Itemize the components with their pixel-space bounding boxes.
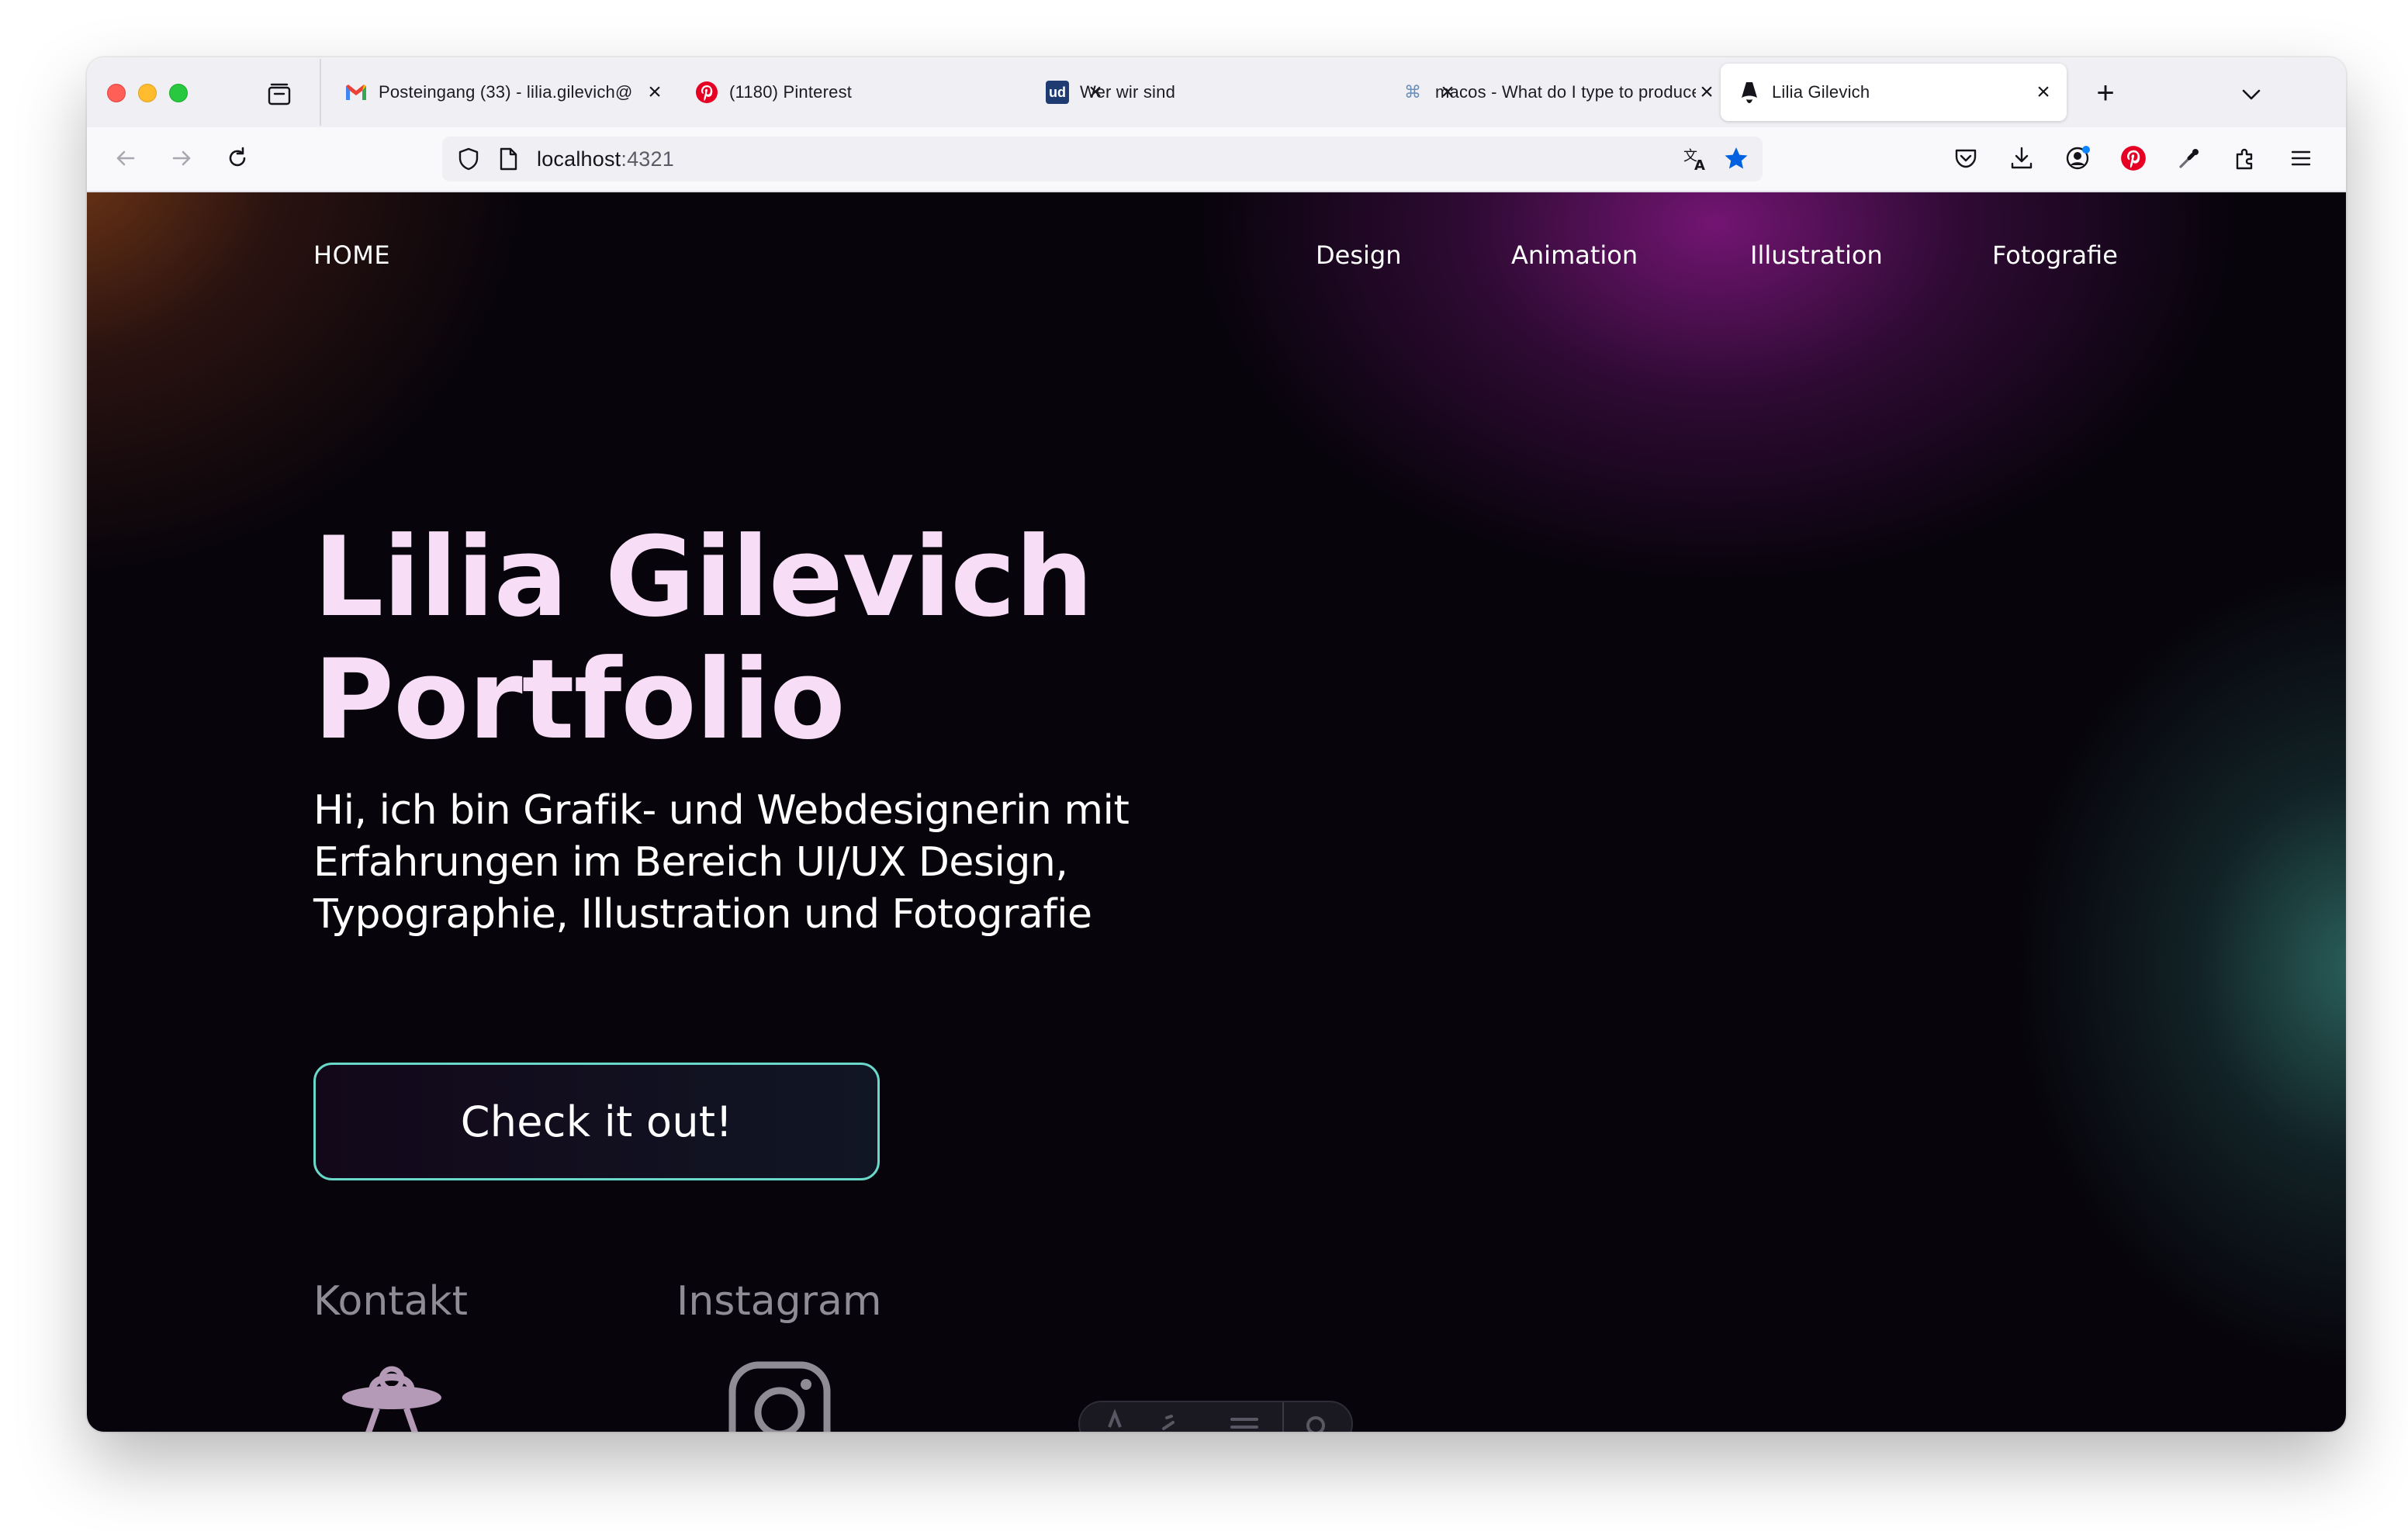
close-icon[interactable]: ×	[644, 79, 666, 105]
nav-link-animation[interactable]: Animation	[1511, 240, 1638, 270]
contact-label[interactable]: Kontakt	[313, 1278, 468, 1325]
eyedropper-button[interactable]	[2171, 140, 2208, 177]
pocket-icon	[1955, 149, 1977, 168]
url-bar[interactable]: localhost:4321 文 A	[442, 137, 1763, 181]
pinterest-icon	[2121, 146, 2146, 171]
arrow-left-icon	[116, 150, 135, 166]
check-it-out-button[interactable]: Check it out!	[313, 1063, 880, 1180]
astro-icon	[1738, 81, 1761, 104]
account-button[interactable]	[2059, 140, 2096, 177]
pocket-button[interactable]	[1947, 140, 1984, 177]
instagram-icon[interactable]	[728, 1360, 832, 1432]
tab-gmail[interactable]: Posteingang (33) - lilia.gilevich@ ×	[327, 64, 678, 121]
tab-separator	[320, 59, 321, 126]
dev-toolbar[interactable]	[1078, 1401, 1353, 1432]
instagram-label[interactable]: Instagram	[676, 1278, 882, 1325]
close-icon[interactable]: ×	[2033, 79, 2054, 105]
nav-link-illustration[interactable]: Illustration	[1750, 240, 1883, 270]
nav-link-design[interactable]: Design	[1316, 240, 1401, 270]
extensions-button[interactable]	[2226, 140, 2264, 177]
shield-icon[interactable]	[456, 147, 481, 171]
command-icon: ⌘	[1404, 82, 1421, 102]
svg-text:A: A	[1694, 157, 1705, 173]
forward-button[interactable]	[163, 140, 200, 177]
pinterest-extension-button[interactable]	[2115, 140, 2152, 177]
hero-title-line-1: Lilia Gilevich	[313, 513, 1093, 641]
nav-link-fotografie[interactable]: Fotografie	[1992, 240, 2118, 270]
nav-home-link[interactable]: HOME	[313, 240, 390, 270]
downloads-button[interactable]	[2003, 140, 2040, 177]
reload-icon	[229, 147, 246, 167]
navigation-toolbar: localhost:4321 文 A	[87, 127, 2346, 192]
tab-lilia-gilevich[interactable]: Lilia Gilevich ×	[1721, 64, 2067, 121]
tab-overview-icon[interactable]	[265, 81, 293, 109]
arrow-right-icon	[172, 150, 191, 166]
translate-icon[interactable]: 文 A	[1682, 145, 1710, 173]
hero-title: Lilia Gilevich Portfolio	[313, 517, 1093, 764]
bookmark-star-icon[interactable]	[1722, 145, 1750, 173]
page-icon[interactable]	[496, 147, 520, 171]
url-text[interactable]: localhost:4321	[537, 147, 674, 171]
reload-button[interactable]	[219, 140, 256, 177]
ud-icon: ud	[1046, 81, 1069, 104]
tab-title: Posteingang (33) - lilia.gilevich@	[379, 82, 633, 102]
new-tab-button[interactable]: +	[2090, 78, 2121, 110]
pinterest-icon	[695, 81, 718, 104]
tab-title: macos - What do I type to produce	[1435, 82, 1696, 102]
hero-intro: Hi, ich bin Grafik- und Webdesignerin mi…	[313, 787, 1130, 938]
ufo-contact-icon[interactable]	[340, 1357, 444, 1432]
account-icon	[2066, 146, 2090, 170]
hamburger-menu-icon	[2291, 150, 2311, 166]
menu-button[interactable]	[2282, 140, 2320, 177]
window-minimize-button[interactable]	[138, 84, 157, 102]
tab-title: Wer wir sind	[1080, 82, 1176, 102]
gmail-icon	[344, 81, 368, 104]
browser-window: Posteingang (33) - lilia.gilevich@ × (11…	[87, 57, 2346, 1432]
chevron-down-icon[interactable]	[2237, 81, 2265, 109]
tab-bar: Posteingang (33) - lilia.gilevich@ × (11…	[87, 57, 2346, 127]
window-maximize-button[interactable]	[169, 84, 188, 102]
tab-title: Lilia Gilevich	[1772, 82, 1870, 102]
download-icon	[2011, 147, 2033, 169]
puzzle-icon	[2236, 148, 2253, 170]
back-button[interactable]	[107, 140, 144, 177]
window-close-button[interactable]	[107, 84, 126, 102]
eyedropper-icon	[2179, 149, 2199, 168]
hero-title-line-2: Portfolio	[313, 636, 846, 764]
page-viewport: HOME Design Animation Illustration Fotog…	[87, 192, 2346, 1432]
close-icon[interactable]: ×	[1696, 79, 1718, 105]
dev-toolbar-icons	[1108, 1402, 1325, 1432]
